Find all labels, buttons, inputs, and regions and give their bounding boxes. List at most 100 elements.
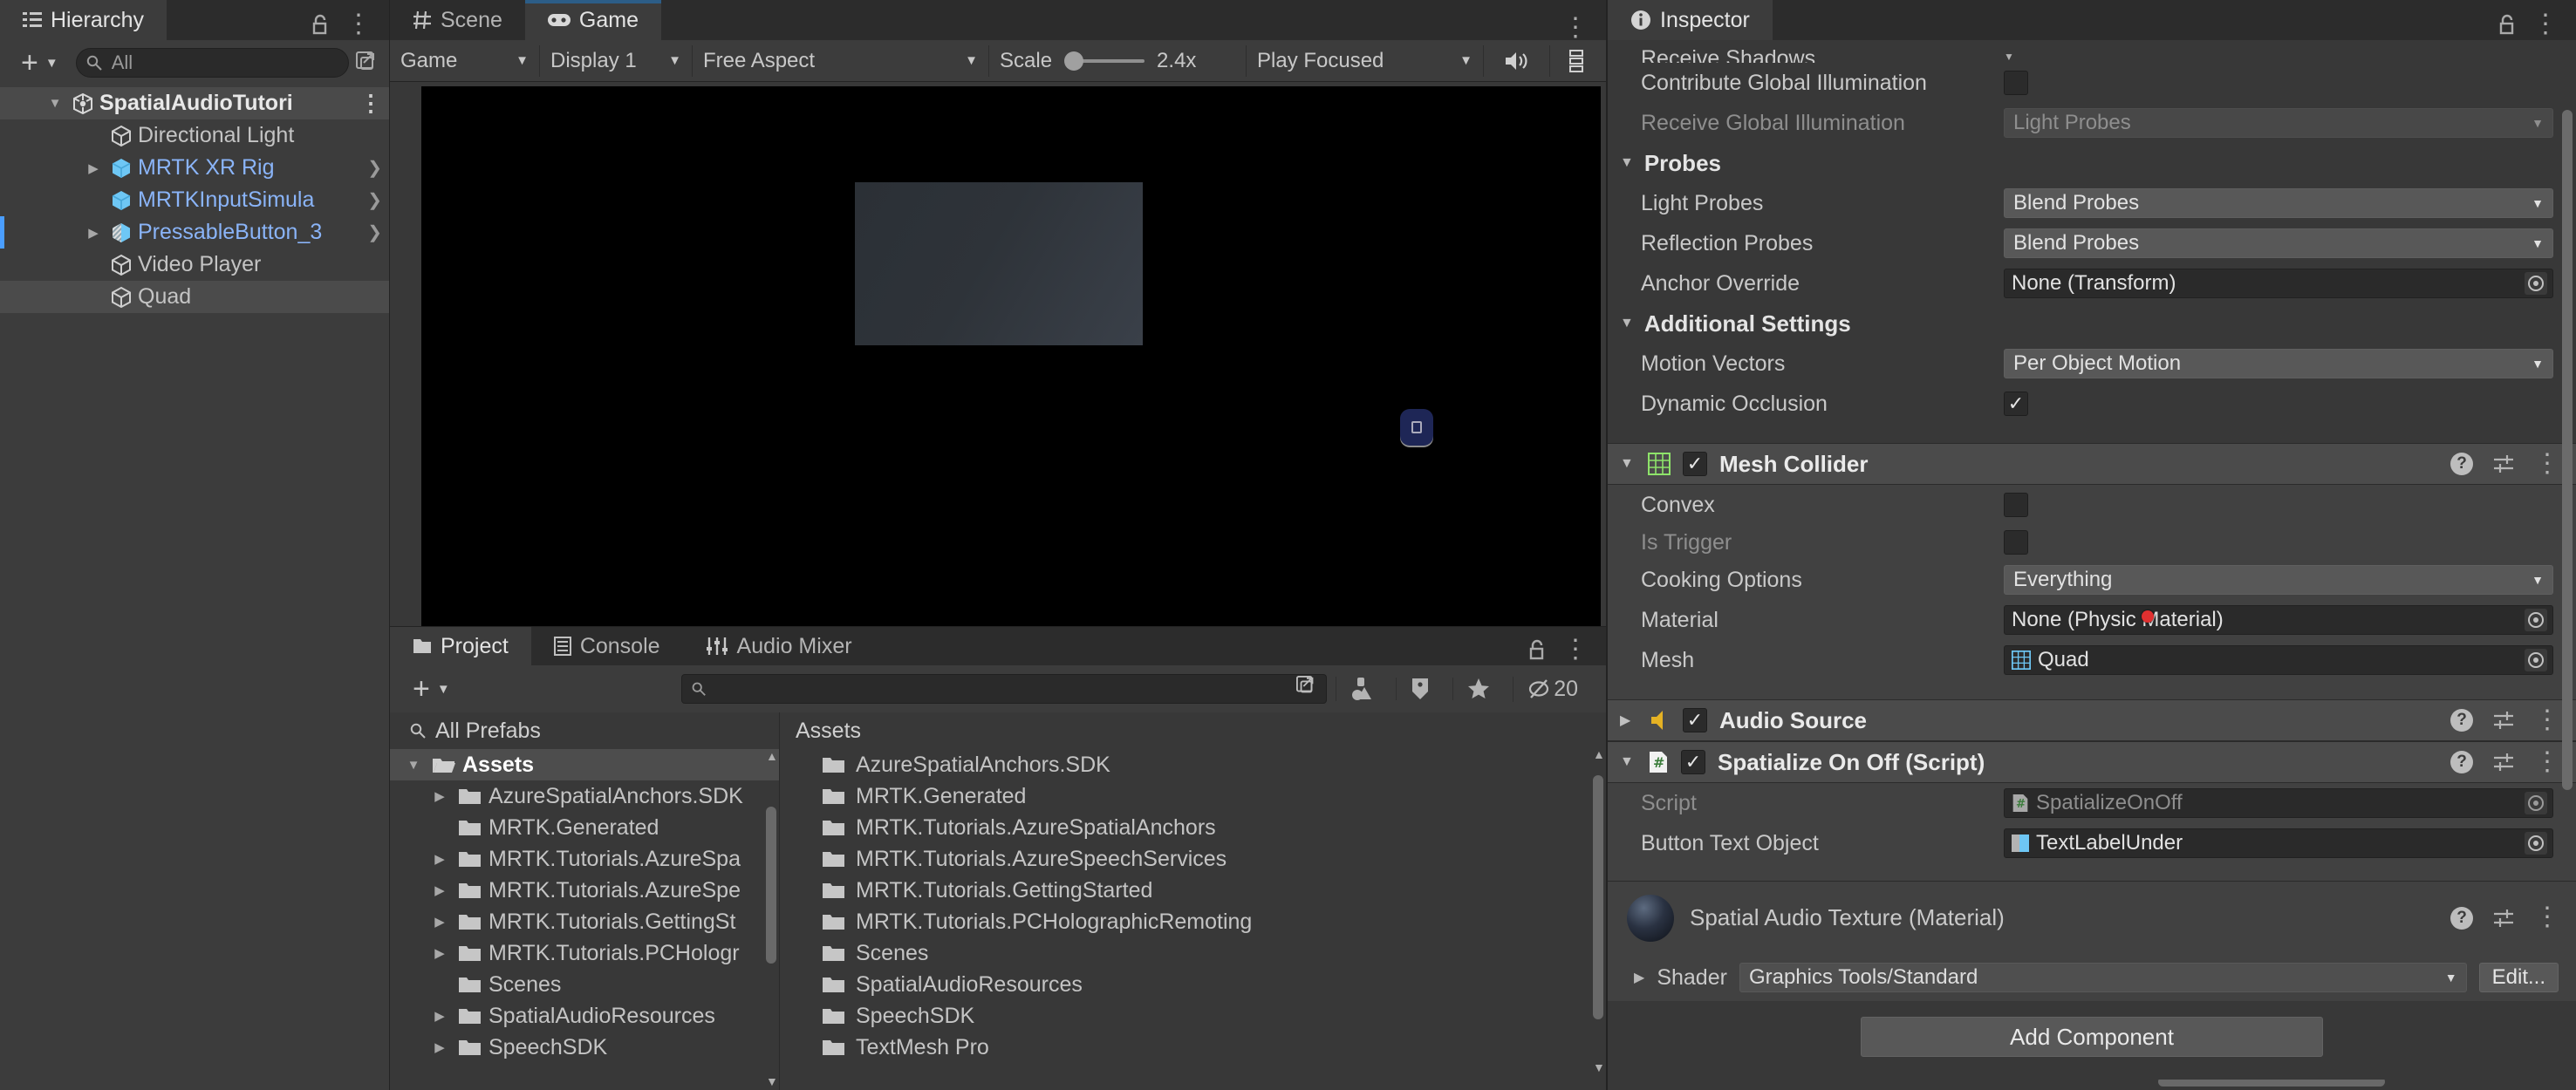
prop-cooking-options[interactable]: Cooking Options Everything ▼ xyxy=(1608,560,2576,600)
tab-inspector[interactable]: Inspector xyxy=(1608,0,1773,40)
chevron-down-icon[interactable]: ▼ xyxy=(44,96,66,111)
material-header[interactable]: Spatial Audio Texture (Material) ? ⋮ xyxy=(1608,881,2576,954)
prop-convex[interactable]: Convex xyxy=(1608,485,2576,525)
project-folder-tree[interactable]: ▼Assets▶AzureSpatialAnchors.SDK▶MRTK.Gen… xyxy=(390,749,779,1090)
chevron-right-icon[interactable]: ▶ xyxy=(82,160,105,176)
hierarchy-menu-icon[interactable]: ⋮ xyxy=(345,11,372,37)
mute-audio-button[interactable] xyxy=(1484,44,1550,77)
assets-vscrollbar[interactable]: ▲ ▼ xyxy=(1592,747,1605,1074)
prop-is-trigger[interactable]: Is Trigger xyxy=(1608,525,2576,560)
scrollbar-thumb[interactable] xyxy=(2562,110,2573,790)
tab-audio-mixer[interactable]: Audio Mixer xyxy=(682,627,875,665)
prop-anchor-override[interactable]: Anchor Override None (Transform) xyxy=(1608,263,2576,303)
game-aspect-dropdown[interactable]: Free Aspect ▼ xyxy=(693,44,989,77)
lock-icon[interactable] xyxy=(311,14,330,35)
light-probes-dropdown[interactable]: Blend Probes ▼ xyxy=(2004,188,2553,218)
component-menu-icon[interactable]: ⋮ xyxy=(2534,749,2560,774)
scroll-up-icon[interactable]: ▲ xyxy=(766,749,778,763)
prop-receive-shadows[interactable]: Receive Shadows ▼ xyxy=(1608,40,2576,63)
asset-item-azurespatialanchors-sdk[interactable]: AzureSpatialAnchors.SDK xyxy=(780,749,1606,780)
project-tree-item-scenes[interactable]: ▶Scenes xyxy=(390,969,779,1000)
project-tree-item-azurespatialanchors-sdk[interactable]: ▶ AzureSpatialAnchors.SDK xyxy=(390,780,779,812)
hidden-packages-count[interactable]: 20 xyxy=(1513,676,1594,702)
hierarchy-search-input[interactable]: All xyxy=(75,48,349,78)
asset-item-mrtk-tutorials-gettingstarted[interactable]: MRTK.Tutorials.GettingStarted xyxy=(780,875,1606,906)
hierarchy-item-pressablebutton-3[interactable]: ▶ PressableButton_3 ❯ xyxy=(0,216,389,249)
prop-light-probes[interactable]: Light Probes Blend Probes ▼ xyxy=(1608,183,2576,223)
project-tree-item-mrtk-tutorials-azurespa[interactable]: ▶ MRTK.Tutorials.AzureSpa xyxy=(390,843,779,875)
asset-item-mrtk-tutorials-azurespeechservices[interactable]: MRTK.Tutorials.AzureSpeechServices xyxy=(780,843,1606,875)
tab-scene[interactable]: Scene xyxy=(390,0,525,40)
chevron-right-icon[interactable]: ▶ xyxy=(428,851,451,867)
asset-item-spatialaudioresources[interactable]: SpatialAudioResources xyxy=(780,969,1606,1000)
prop-contribute-gi[interactable]: Contribute Global Illumination xyxy=(1608,63,2576,103)
help-icon[interactable]: ? xyxy=(2450,906,2473,930)
object-picker-icon[interactable] xyxy=(2525,272,2547,295)
hierarchy-item-quad[interactable]: ▶Quad xyxy=(0,281,389,313)
project-tree-item-assets[interactable]: ▼ Assets xyxy=(390,749,779,780)
game-menu-icon[interactable]: ⋮ xyxy=(1562,14,1589,39)
preset-icon[interactable] xyxy=(2492,751,2515,773)
lock-icon[interactable] xyxy=(1527,639,1547,660)
chevron-right-icon[interactable]: ▶ xyxy=(1620,712,1636,729)
component-header-spatialize-on-off[interactable]: ▼ # ✓ Spatialize On Off (Script) ? ⋮ xyxy=(1608,741,2576,783)
scroll-down-icon[interactable]: ▼ xyxy=(1593,1060,1605,1074)
prop-motion-vectors[interactable]: Motion Vectors Per Object Motion ▼ xyxy=(1608,344,2576,384)
chevron-down-icon[interactable]: ▼ xyxy=(1620,754,1636,770)
project-menu-icon[interactable]: ⋮ xyxy=(1562,637,1589,662)
prop-button-text-object[interactable]: Button Text Object TextLabelUnder xyxy=(1608,823,2576,863)
foldout-probes[interactable]: ▼ Probes xyxy=(1608,143,2576,183)
tab-hierarchy[interactable]: Hierarchy xyxy=(0,0,167,40)
inspector-menu-icon[interactable]: ⋮ xyxy=(2532,11,2559,37)
game-stats-button[interactable] xyxy=(1550,45,1602,77)
create-object-button[interactable]: + ▼ xyxy=(10,47,69,78)
hierarchy-item-video-player[interactable]: ▶Video Player xyxy=(0,249,389,281)
chevron-right-icon[interactable]: ▶ xyxy=(82,225,105,241)
project-tree-item-mrtk-tutorials-pchologr[interactable]: ▶ MRTK.Tutorials.PCHologr xyxy=(390,937,779,969)
spatialize-enabled-checkbox[interactable]: ✓ xyxy=(1681,750,1705,774)
mesh-collider-enabled-checkbox[interactable]: ✓ xyxy=(1683,452,1707,476)
asset-item-mrtk-tutorials-pcholographicremoting[interactable]: MRTK.Tutorials.PCHolographicRemoting xyxy=(780,906,1606,937)
project-tree-item-mrtk-tutorials-azurespe[interactable]: ▶ MRTK.Tutorials.AzureSpe xyxy=(390,875,779,906)
shader-dropdown[interactable]: Graphics Tools/Standard ▼ xyxy=(1739,963,2467,992)
hierarchy-tree[interactable]: ▼SpatialAudioTutori⋮▶Directional Light▶M… xyxy=(0,85,389,1090)
prop-dynamic-occlusion[interactable]: Dynamic Occlusion ✓ xyxy=(1608,384,2576,424)
physic-material-objectfield[interactable]: None (Physic Material) xyxy=(2004,605,2553,635)
chevron-right-icon[interactable]: ▶ xyxy=(1634,969,1644,986)
game-viewmode-dropdown[interactable]: Game ▼ xyxy=(390,44,540,77)
prop-receive-gi[interactable]: Receive Global Illumination Light Probes… xyxy=(1608,103,2576,143)
scrollbar-thumb[interactable] xyxy=(766,807,776,964)
contribute-gi-checkbox[interactable] xyxy=(2004,71,2028,95)
prop-physic-material[interactable]: Material None (Physic Material) xyxy=(1608,600,2576,640)
help-icon[interactable]: ? xyxy=(2450,453,2473,475)
component-menu-icon[interactable]: ⋮ xyxy=(2534,707,2560,732)
shader-edit-button[interactable]: Edit... xyxy=(2478,963,2559,992)
game-display-dropdown[interactable]: Display 1 ▼ xyxy=(540,44,693,77)
lock-icon[interactable] xyxy=(2497,14,2517,35)
prop-reflection-probes[interactable]: Reflection Probes Blend Probes ▼ xyxy=(1608,223,2576,263)
cooking-options-dropdown[interactable]: Everything ▼ xyxy=(2004,565,2553,595)
scale-slider-handle[interactable] xyxy=(1064,51,1084,71)
add-component-button[interactable]: Add Component xyxy=(1861,1017,2323,1057)
hierarchy-item-directional-light[interactable]: ▶Directional Light xyxy=(0,119,389,152)
project-search-expand-icon[interactable] xyxy=(1296,676,1317,702)
inspector-content[interactable]: Receive Shadows ▼ Contribute Global Illu… xyxy=(1608,40,2576,1090)
chevron-right-icon[interactable]: ❯ xyxy=(367,189,382,211)
scrollbar-thumb[interactable] xyxy=(1593,775,1603,1019)
asset-item-scenes[interactable]: Scenes xyxy=(780,937,1606,969)
material-menu-icon[interactable]: ⋮ xyxy=(2534,904,2560,930)
component-header-audio-source[interactable]: ▶ ✓ Audio Source ? ⋮ xyxy=(1608,699,2576,741)
tab-project[interactable]: Project xyxy=(390,627,531,665)
motion-vectors-dropdown[interactable]: Per Object Motion ▼ xyxy=(2004,349,2553,378)
asset-item-mrtk-tutorials-azurespatialanchors[interactable]: MRTK.Tutorials.AzureSpatialAnchors xyxy=(780,812,1606,843)
object-picker-icon[interactable] xyxy=(2525,649,2547,671)
chevron-right-icon[interactable]: ▶ xyxy=(428,945,451,961)
hierarchy-item-menu-icon[interactable]: ⋮ xyxy=(359,92,382,114)
audio-source-enabled-checkbox[interactable]: ✓ xyxy=(1683,708,1707,732)
project-tree-item-speechsdk[interactable]: ▶ SpeechSDK xyxy=(390,1032,779,1063)
tab-console[interactable]: Console xyxy=(530,627,683,665)
hierarchy-item-mrtkinputsimula[interactable]: ▶MRTKInputSimula❯ xyxy=(0,184,389,216)
filter-by-label-icon[interactable] xyxy=(1396,678,1444,700)
prop-script[interactable]: Script # SpatializeOnOff xyxy=(1608,783,2576,823)
chevron-right-icon[interactable]: ▶ xyxy=(428,914,451,930)
